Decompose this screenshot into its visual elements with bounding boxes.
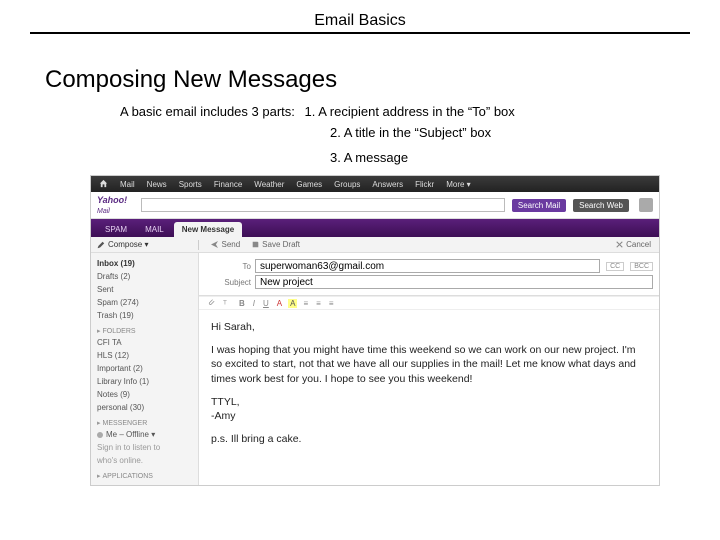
nav-mail[interactable]: Mail bbox=[120, 180, 135, 189]
highlight-button[interactable]: A bbox=[288, 299, 297, 308]
msg-ps: p.s. Ill bring a cake. bbox=[211, 432, 647, 446]
subject-input[interactable]: New project bbox=[255, 275, 653, 289]
save-icon bbox=[252, 241, 259, 248]
nav-games[interactable]: Games bbox=[296, 180, 322, 189]
me-offline[interactable]: Me – Offline ▾ bbox=[97, 428, 192, 441]
send-button[interactable]: Send bbox=[211, 240, 240, 249]
folder-library[interactable]: Library Info (1) bbox=[97, 375, 192, 388]
section-heading: Composing New Messages bbox=[45, 66, 690, 94]
msg-body: I was hoping that you might have time th… bbox=[211, 343, 647, 386]
nav-flickr[interactable]: Flickr bbox=[415, 180, 434, 189]
align-button[interactable]: ≡ bbox=[327, 299, 336, 308]
sidebar-sent[interactable]: Sent bbox=[97, 283, 192, 296]
folder-cfita[interactable]: CFI TA bbox=[97, 336, 192, 349]
save-draft-button[interactable]: Save Draft bbox=[252, 240, 300, 249]
home-icon[interactable] bbox=[99, 179, 108, 190]
bullet-1: 1. A recipient address in the “To” box bbox=[305, 104, 515, 119]
sidebar-spam[interactable]: Spam (274) bbox=[97, 296, 192, 309]
presence-dot-icon bbox=[97, 432, 103, 438]
tab-spam[interactable]: SPAM bbox=[97, 222, 135, 237]
compose-button[interactable]: Compose ▾ bbox=[97, 240, 148, 249]
nav-answers[interactable]: Answers bbox=[372, 180, 403, 189]
bullet-2: 2. A title in the “Subject” box bbox=[330, 125, 690, 140]
cancel-button[interactable]: Cancel bbox=[616, 240, 651, 249]
subject-label: Subject bbox=[205, 278, 251, 287]
svg-text:T: T bbox=[223, 299, 227, 306]
italic-button[interactable]: I bbox=[251, 299, 257, 308]
send-icon bbox=[211, 241, 218, 248]
folder-important[interactable]: Important (2) bbox=[97, 362, 192, 375]
tab-mail[interactable]: MAIL bbox=[137, 222, 172, 237]
search-row: Yahoo! Mail Search Mail Search Web bbox=[91, 192, 659, 219]
toolbar-separator bbox=[198, 240, 199, 250]
msg-signoff: TTYL,-Amy bbox=[211, 395, 647, 423]
tab-new-message[interactable]: New Message bbox=[174, 222, 242, 237]
sidebar-trash[interactable]: Trash (19) bbox=[97, 309, 192, 322]
nav-finance[interactable]: Finance bbox=[214, 180, 242, 189]
bcc-toggle[interactable]: BCC bbox=[630, 262, 653, 271]
bold-button[interactable]: B bbox=[237, 299, 247, 308]
close-icon bbox=[616, 241, 623, 248]
compose-pane: To superwoman63@gmail.com CC BCC Subject… bbox=[199, 253, 659, 485]
nav-weather[interactable]: Weather bbox=[254, 180, 284, 189]
nav-news[interactable]: News bbox=[147, 180, 167, 189]
avatar[interactable] bbox=[639, 198, 653, 212]
attach-icon[interactable] bbox=[205, 298, 217, 308]
to-input[interactable]: superwoman63@gmail.com bbox=[255, 259, 600, 273]
intro-lead: A basic email includes 3 parts: bbox=[120, 104, 295, 119]
cc-toggle[interactable]: CC bbox=[606, 262, 624, 271]
to-row: To superwoman63@gmail.com CC BCC bbox=[205, 259, 653, 273]
msg-greeting: Hi Sarah, bbox=[211, 320, 647, 334]
color-a-button[interactable]: A bbox=[275, 299, 284, 308]
sidebar-inbox[interactable]: Inbox (19) bbox=[97, 257, 192, 270]
search-web-button[interactable]: Search Web bbox=[573, 199, 629, 212]
title-rule bbox=[30, 32, 690, 34]
folder-notes[interactable]: Notes (9) bbox=[97, 388, 192, 401]
signin-hint-2: who's online. bbox=[97, 454, 192, 467]
underline-button[interactable]: U bbox=[261, 299, 271, 308]
folder-personal[interactable]: personal (30) bbox=[97, 401, 192, 414]
compose-toolbar: Compose ▾ Send Save Draft Cancel bbox=[91, 237, 659, 253]
search-input[interactable] bbox=[141, 198, 505, 212]
applications-group-label[interactable]: APPLICATIONS bbox=[97, 472, 192, 481]
folders-group-label[interactable]: FOLDERS bbox=[97, 327, 192, 336]
format-toolbar: T B I U A A ≡ ≡ ≡ bbox=[199, 296, 659, 310]
nav-more[interactable]: More ▾ bbox=[446, 180, 470, 189]
bullet-3: 3. A message bbox=[330, 150, 690, 165]
sidebar-drafts[interactable]: Drafts (2) bbox=[97, 270, 192, 283]
to-label: To bbox=[205, 262, 251, 271]
signin-hint-1: Sign in to listen to bbox=[97, 441, 192, 454]
yahoo-mail-screenshot: Mail News Sports Finance Weather Games G… bbox=[90, 175, 660, 486]
sidebar: Inbox (19) Drafts (2) Sent Spam (274) Tr… bbox=[91, 253, 199, 485]
subject-row: Subject New project bbox=[205, 275, 653, 289]
search-mail-button[interactable]: Search Mail bbox=[512, 199, 566, 212]
messenger-group-label[interactable]: MESSENGER bbox=[97, 419, 192, 428]
message-body[interactable]: Hi Sarah, I was hoping that you might ha… bbox=[199, 310, 659, 463]
yahoo-logo: Yahoo! Mail bbox=[97, 195, 137, 215]
intro-line: A basic email includes 3 parts: 1. A rec… bbox=[120, 104, 690, 119]
list-ol-button[interactable]: ≡ bbox=[314, 299, 323, 308]
page-title: Email Basics bbox=[30, 12, 690, 30]
yahoo-topnav: Mail News Sports Finance Weather Games G… bbox=[91, 176, 659, 192]
list-ul-button[interactable]: ≡ bbox=[301, 299, 310, 308]
font-icon[interactable]: T bbox=[221, 298, 233, 308]
nav-groups[interactable]: Groups bbox=[334, 180, 360, 189]
tab-strip: SPAM MAIL New Message bbox=[91, 219, 659, 237]
nav-sports[interactable]: Sports bbox=[179, 180, 202, 189]
folder-hls[interactable]: HLS (12) bbox=[97, 349, 192, 362]
